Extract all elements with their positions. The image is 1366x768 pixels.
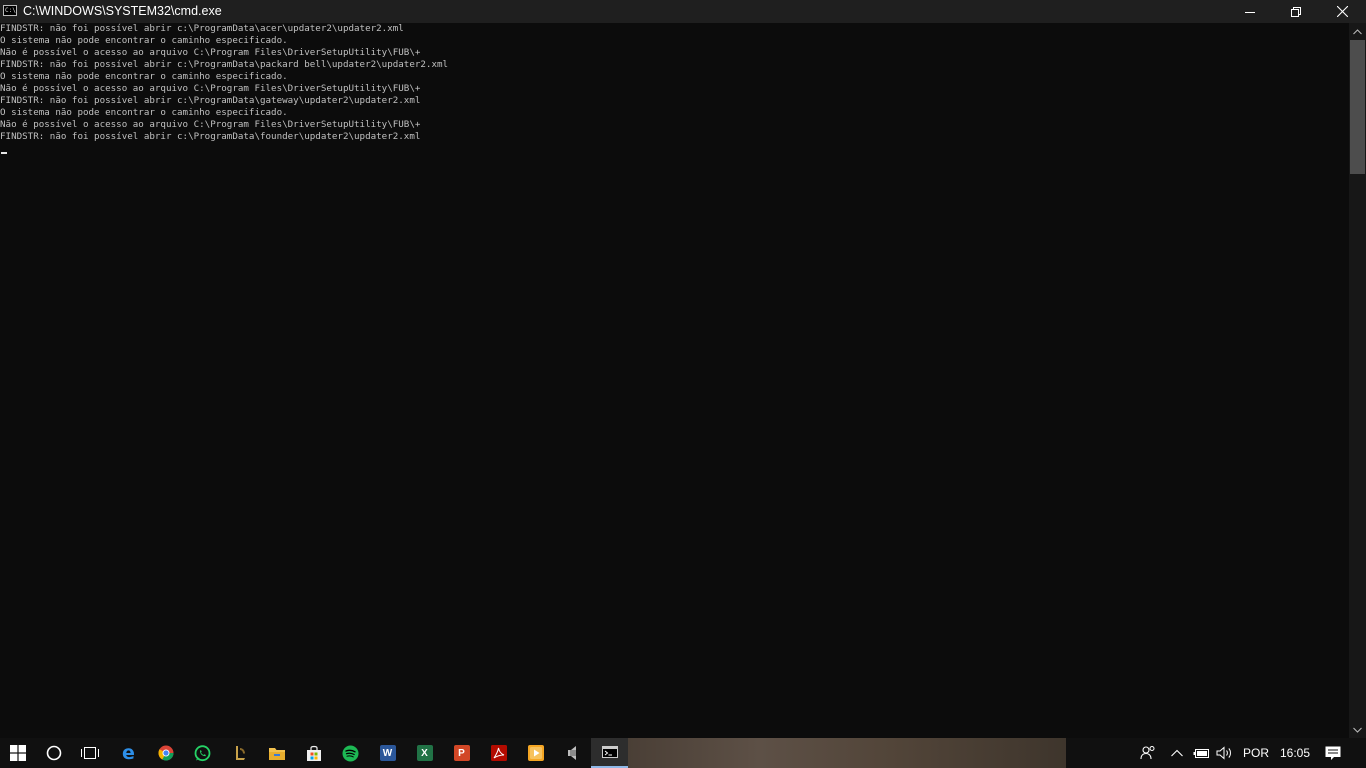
console-line: FINDSTR: não foi possível abrir c:\Progr… — [0, 95, 421, 106]
close-button[interactable] — [1319, 0, 1365, 23]
people-icon — [1140, 746, 1155, 760]
app-button-7[interactable] — [221, 738, 258, 768]
battery-icon — [1193, 749, 1209, 758]
action-center-icon — [1325, 746, 1341, 760]
text-cursor — [1, 152, 7, 154]
windows-logo-icon — [10, 745, 26, 761]
volume-button[interactable] — [1213, 738, 1237, 768]
audio-app-button[interactable] — [554, 738, 591, 768]
volume-icon — [1216, 746, 1231, 760]
word-button[interactable]: W — [369, 738, 406, 768]
console-line: Não é possível o acesso ao arquivo C:\Pr… — [0, 47, 421, 58]
scroll-down-button[interactable] — [1349, 721, 1366, 738]
restore-icon — [1291, 6, 1301, 17]
folder-icon — [268, 747, 285, 760]
word-icon: W — [379, 745, 396, 761]
media-player-button[interactable] — [517, 738, 554, 768]
chrome-icon — [157, 745, 173, 761]
restore-button[interactable] — [1273, 0, 1319, 23]
scroll-up-button[interactable] — [1349, 23, 1366, 40]
acrobat-icon — [490, 745, 507, 761]
speaker-app-icon — [567, 746, 576, 760]
whatsapp-button[interactable] — [184, 738, 221, 768]
cmd-window: C:\_ C:\WINDOWS\SYSTEM32\cmd.exe FINDSTR… — [0, 0, 1366, 738]
people-button[interactable] — [1136, 738, 1160, 768]
edge-button[interactable]: e — [110, 738, 147, 768]
console-line: FINDSTR: não foi possível abrir c:\Progr… — [0, 131, 421, 142]
cmd-icon — [601, 746, 618, 758]
store-button[interactable] — [295, 738, 332, 768]
cmd-taskbar-button[interactable] — [591, 738, 628, 768]
chevron-down-icon — [1353, 727, 1362, 733]
task-view-button[interactable] — [72, 738, 108, 768]
show-hidden-icons-button[interactable] — [1165, 738, 1189, 768]
cortana-circle-icon — [46, 745, 62, 761]
console-line: FINDSTR: não foi possível abrir c:\Progr… — [0, 59, 449, 70]
console-line: Não é possível o acesso ao arquivo C:\Pr… — [0, 119, 421, 130]
powerpoint-icon: P — [453, 745, 470, 761]
spotify-button[interactable] — [332, 738, 369, 768]
chrome-button[interactable] — [147, 738, 184, 768]
vertical-scrollbar[interactable] — [1349, 23, 1366, 738]
taskbar: e W X P POR 16:05 — [0, 738, 1366, 768]
input-language-indicator[interactable]: POR — [1243, 745, 1269, 761]
battery-status-button[interactable] — [1190, 738, 1214, 768]
console-line: Não é possível o acesso ao arquivo C:\Pr… — [0, 83, 421, 94]
cmd-icon[interactable]: C:\_ — [3, 5, 17, 16]
window-title: C:\WINDOWS\SYSTEM32\cmd.exe — [23, 4, 222, 18]
console-line: FINDSTR: não foi possível abrir c:\Progr… — [0, 23, 404, 34]
file-explorer-button[interactable] — [258, 738, 295, 768]
whatsapp-icon — [194, 744, 211, 761]
console-line: O sistema não pode encontrar o caminho e… — [0, 35, 288, 46]
edge-icon: e — [122, 742, 135, 764]
powerpoint-button[interactable]: P — [443, 738, 480, 768]
excel-icon: X — [416, 745, 433, 761]
media-player-icon — [527, 745, 544, 761]
chevron-up-icon — [1171, 749, 1183, 757]
minimize-button[interactable] — [1227, 0, 1273, 23]
chevron-up-icon — [1353, 28, 1362, 34]
console-line: O sistema não pode encontrar o caminho e… — [0, 71, 288, 82]
clock[interactable]: 16:05 — [1280, 745, 1310, 761]
taskbar-wallpaper-area — [628, 738, 1066, 768]
start-button[interactable] — [0, 738, 36, 768]
cortana-button[interactable] — [36, 738, 72, 768]
spotify-icon — [342, 745, 359, 761]
scroll-thumb[interactable] — [1350, 40, 1365, 174]
minimize-icon — [1245, 11, 1255, 13]
store-bag-icon — [306, 745, 321, 761]
console-output[interactable]: FINDSTR: não foi possível abrir c:\Progr… — [0, 23, 1349, 738]
game-launcher-icon — [235, 746, 245, 760]
title-bar[interactable]: C:\_ C:\WINDOWS\SYSTEM32\cmd.exe — [0, 0, 1366, 23]
close-icon — [1336, 6, 1348, 17]
excel-button[interactable]: X — [406, 738, 443, 768]
action-center-button[interactable] — [1321, 738, 1345, 768]
console-line: O sistema não pode encontrar o caminho e… — [0, 107, 288, 118]
acrobat-button[interactable] — [480, 738, 517, 768]
task-view-icon — [81, 747, 99, 759]
